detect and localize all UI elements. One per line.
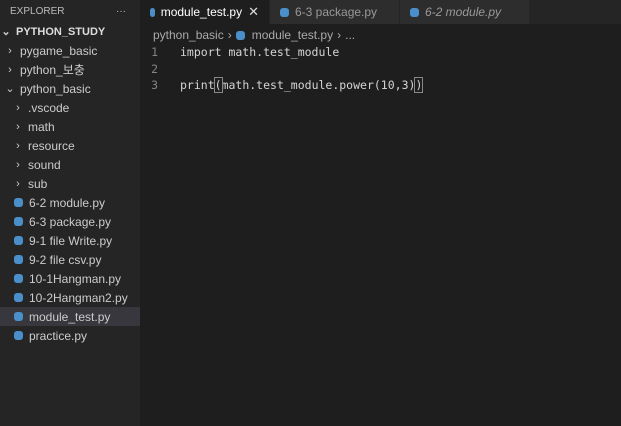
python-file-icon xyxy=(14,312,23,321)
item-label: math xyxy=(28,119,55,134)
tab-module_test-py[interactable]: module_test.py ✕ xyxy=(140,0,270,24)
chevron-down-icon: ⌄ xyxy=(5,83,15,95)
chevron-right-icon: › xyxy=(16,120,20,133)
file-item[interactable]: 6-3 package.py xyxy=(0,212,140,231)
folder-item[interactable]: › sub xyxy=(0,174,140,193)
code-text: math.test_module.power(10,3) xyxy=(221,78,416,93)
file-item[interactable]: 9-2 file csv.py xyxy=(0,250,140,269)
line-number: 1 xyxy=(151,45,158,60)
chevron-right-icon: › xyxy=(16,101,20,114)
line-number: 2 xyxy=(151,61,158,76)
bracket-match: ) xyxy=(414,77,424,94)
folder-item[interactable]: › python_보충 xyxy=(0,60,140,79)
chevron-right-icon: › xyxy=(16,139,20,152)
line-number: 3 xyxy=(151,78,158,93)
breadcrumb-file[interactable]: module_test.py xyxy=(252,28,333,42)
file-tree: › pygame_basic › python_보충 ⌄ python_basic › .vs… xyxy=(0,41,140,345)
item-label: 9-1 file Write.py xyxy=(29,233,113,248)
code-editor[interactable]: 1 import math.test_module 2 3 print(math.tes… xyxy=(140,44,424,94)
workspace-root-label: PYTHON_STUDY xyxy=(16,25,106,38)
explorer-header: EXPLORER ··· xyxy=(0,0,140,22)
folder-item[interactable]: › pygame_basic xyxy=(0,41,140,60)
folder-item[interactable]: › math xyxy=(0,117,140,136)
item-label: python_보충 xyxy=(20,63,85,77)
item-label: resource xyxy=(28,138,75,153)
tab-label: module_test.py xyxy=(160,5,243,19)
item-label: 6-2 module.py xyxy=(29,195,106,210)
item-label: module_test.py xyxy=(29,309,111,324)
python-file-icon xyxy=(410,7,419,17)
chevron-down-icon: ⌄ xyxy=(1,26,11,38)
folder-item[interactable]: › .vscode xyxy=(0,98,140,117)
tab-6-3-package-py[interactable]: 6-3 package.py xyxy=(270,0,400,24)
python-file-icon xyxy=(14,236,23,245)
python-file-icon xyxy=(14,217,23,226)
tab-label: 6-2 module.py xyxy=(425,5,502,19)
item-label: 6-3 package.py xyxy=(29,214,112,229)
folder-item[interactable]: ⌄ python_basic xyxy=(0,79,140,98)
explorer-title: EXPLORER xyxy=(10,5,65,17)
explorer-sidebar: EXPLORER ··· ⌄ PYTHON_STUDY › pygame_basic ›… xyxy=(0,0,140,426)
chevron-right-icon: › xyxy=(16,158,20,171)
python-file-icon xyxy=(235,30,245,40)
item-label: .vscode xyxy=(28,100,70,115)
breadcrumb-symbols[interactable]: ... xyxy=(345,28,355,42)
more-actions-button[interactable]: ··· xyxy=(116,6,126,17)
tab-6-2-module-py[interactable]: 6-2 module.py xyxy=(400,0,530,24)
file-item[interactable]: 9-1 file Write.py xyxy=(0,231,140,250)
workspace-root[interactable]: ⌄ PYTHON_STUDY xyxy=(0,22,140,41)
file-item[interactable]: 6-2 module.py xyxy=(0,193,140,212)
code-text: import math.test_module xyxy=(180,45,340,60)
item-label: 9-2 file csv.py xyxy=(29,252,102,267)
chevron-right-icon: › xyxy=(16,177,20,190)
tab-label: 6-3 package.py xyxy=(295,5,378,19)
chevron-right-icon: › xyxy=(8,44,12,57)
python-file-icon xyxy=(14,255,23,264)
folder-item[interactable]: › resource xyxy=(0,136,140,155)
python-file-icon xyxy=(150,7,155,17)
breadcrumb-folder[interactable]: python_basic xyxy=(153,28,224,42)
python-file-icon xyxy=(14,274,23,283)
item-label: 10-1Hangman.py xyxy=(29,271,122,286)
file-item[interactable]: practice.py xyxy=(0,326,140,345)
line-text: print(math.test_module.power(10,3)) xyxy=(180,77,424,94)
breadcrumb: python_basic › module_test.py › ... xyxy=(153,27,355,43)
python-file-icon xyxy=(14,198,23,207)
code-line: 3 print(math.test_module.power(10,3)) xyxy=(140,77,424,94)
file-item[interactable]: module_test.py xyxy=(0,307,140,326)
item-label: 10-2Hangman2.py xyxy=(29,290,128,305)
python-file-icon xyxy=(14,293,23,302)
python-file-icon xyxy=(280,7,289,17)
item-label: pygame_basic xyxy=(20,43,98,58)
item-label: sound xyxy=(28,157,61,172)
item-label: sub xyxy=(28,176,48,191)
item-label: python_basic xyxy=(20,81,91,96)
code-text: print xyxy=(180,78,215,93)
chevron-right-icon: › xyxy=(227,28,232,42)
python-file-icon xyxy=(14,331,23,340)
bracket-match: ( xyxy=(213,77,223,94)
chevron-right-icon: › xyxy=(337,28,342,42)
close-icon[interactable]: ✕ xyxy=(248,4,259,20)
folder-item[interactable]: › sound xyxy=(0,155,140,174)
file-item[interactable]: 10-2Hangman2.py xyxy=(0,288,140,307)
code-line: 2 xyxy=(140,61,422,78)
item-label: practice.py xyxy=(29,328,88,343)
line-text: import math.test_module xyxy=(180,45,339,59)
tab-bar: module_test.py ✕ 6-3 package.py 6-2 module.… xyxy=(140,0,621,24)
code-line: 1 import math.test_module xyxy=(140,44,422,61)
chevron-right-icon: › xyxy=(8,63,12,76)
file-item[interactable]: 10-1Hangman.py xyxy=(0,269,140,288)
